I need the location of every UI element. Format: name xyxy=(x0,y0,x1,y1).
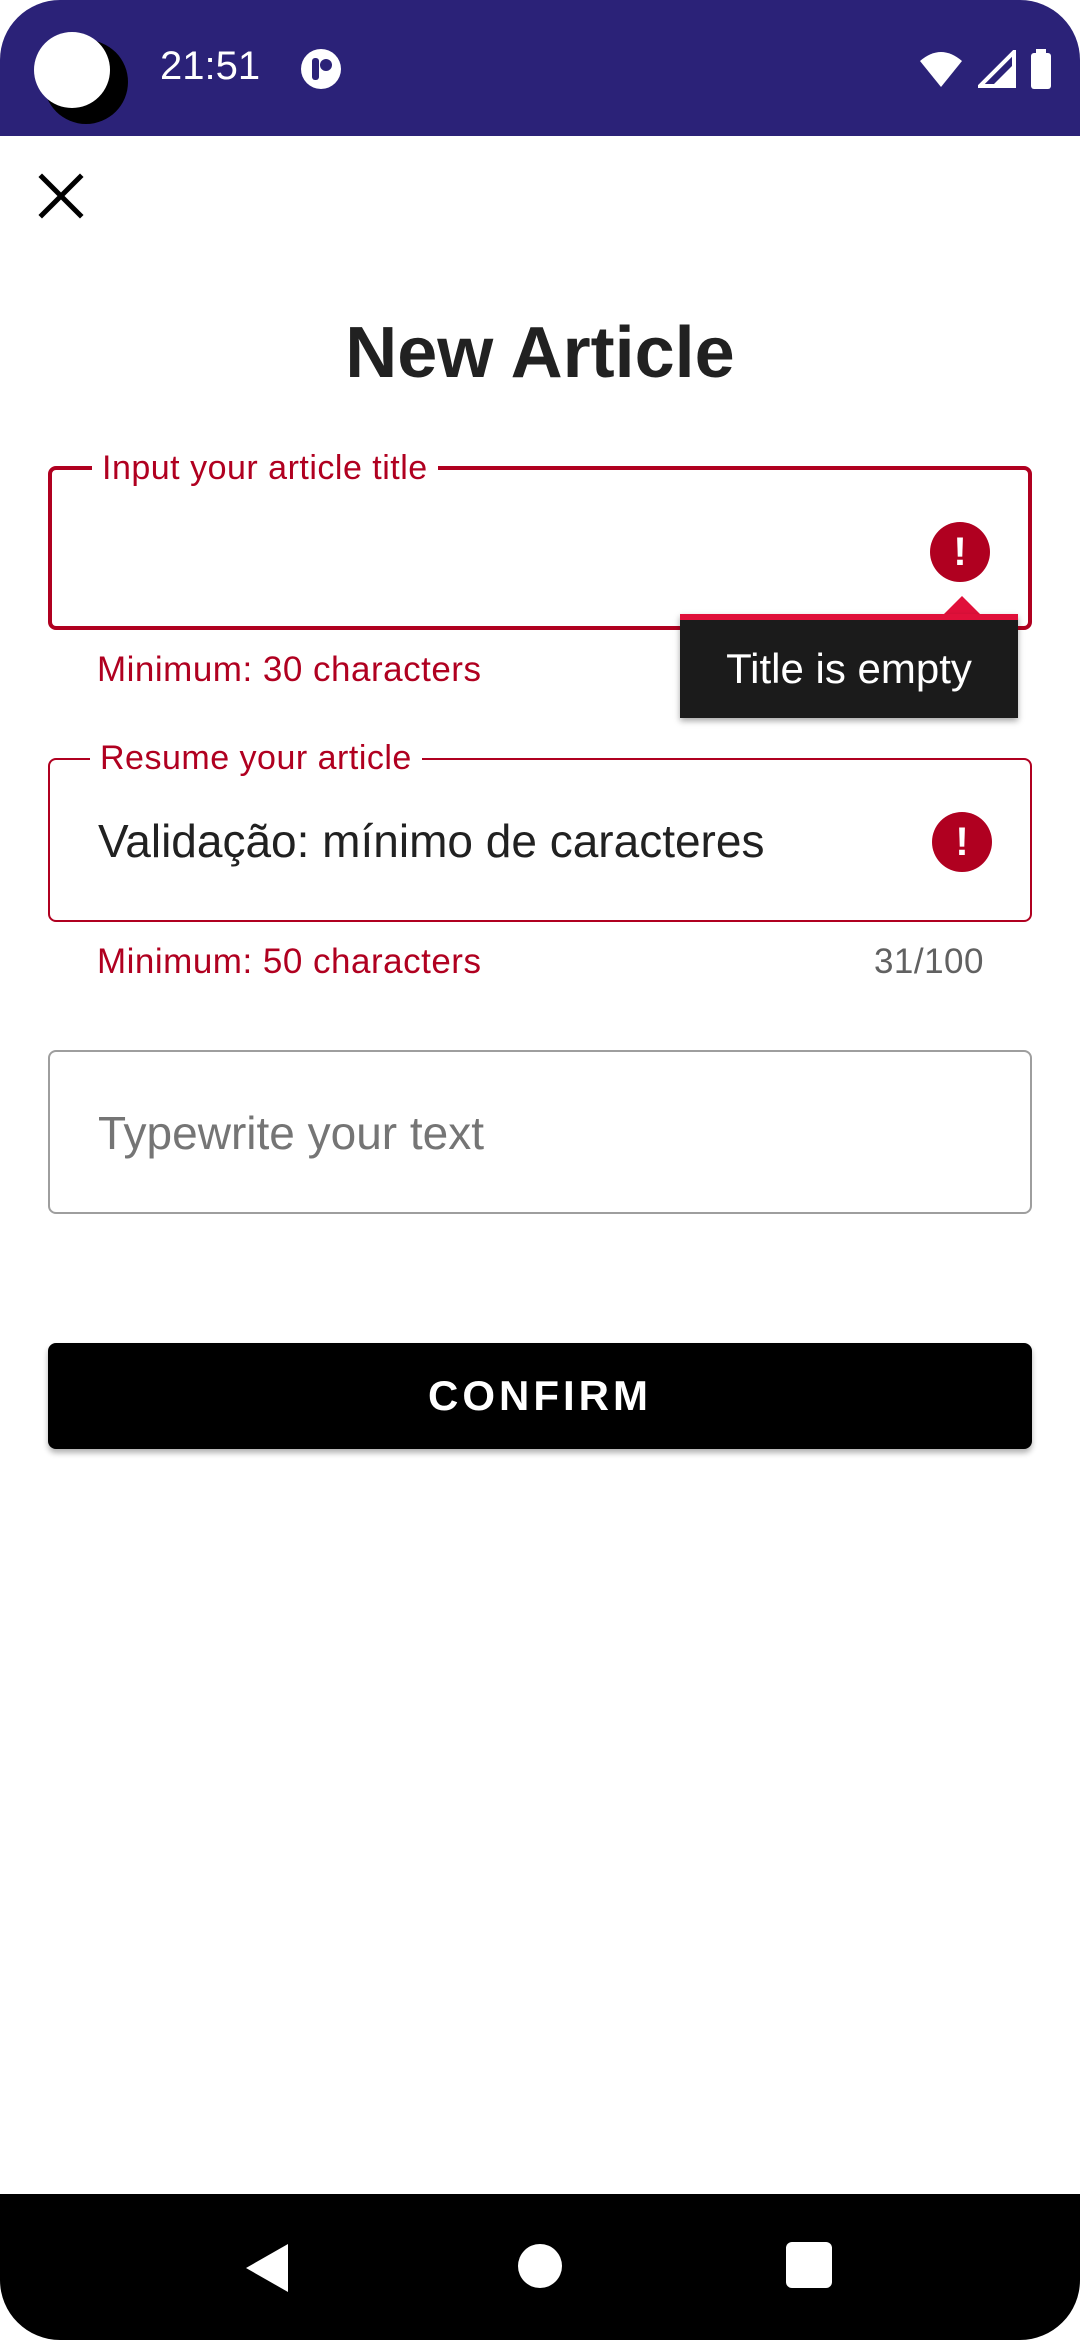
article-resume-counter: 31/100 xyxy=(873,942,984,981)
article-title-field[interactable]: Input your article title ! xyxy=(48,448,1032,630)
error-tooltip: Title is empty xyxy=(680,614,1018,718)
article-text-placeholder: Typewrite your text xyxy=(98,1107,485,1159)
app-notification-icon xyxy=(301,49,341,89)
battery-icon xyxy=(1031,49,1051,89)
error-icon[interactable]: ! xyxy=(930,522,990,582)
article-resume-field[interactable]: Resume your article Validação: mínimo de… xyxy=(48,738,1032,922)
article-resume-helper: Minimum: 50 characters xyxy=(97,942,482,981)
article-title-helper: Minimum: 30 characters xyxy=(97,650,482,689)
error-icon: ! xyxy=(932,812,992,872)
status-icons xyxy=(918,48,1052,90)
tooltip-arrow xyxy=(944,596,980,614)
article-text-field[interactable]: Typewrite your text xyxy=(48,1050,1032,1214)
article-resume-label: Resume your article xyxy=(90,738,422,778)
back-icon[interactable] xyxy=(244,2242,290,2294)
camera-cutout xyxy=(34,32,110,108)
home-icon[interactable] xyxy=(518,2244,562,2288)
close-button[interactable] xyxy=(28,163,94,229)
article-resume-value: Validação: mínimo de caracteres xyxy=(98,815,765,867)
navigation-bar xyxy=(0,2194,1080,2340)
confirm-button[interactable]: CONFIRM xyxy=(48,1343,1032,1449)
close-icon xyxy=(38,173,84,219)
status-time: 21:51 xyxy=(160,44,261,88)
status-bar: 21:51 xyxy=(0,0,1080,136)
wifi-icon xyxy=(920,52,962,87)
article-title-label: Input your article title xyxy=(92,448,438,488)
page-title: New Article xyxy=(345,313,735,393)
recent-apps-icon[interactable] xyxy=(786,2242,832,2288)
cell-signal-icon xyxy=(978,50,1016,88)
